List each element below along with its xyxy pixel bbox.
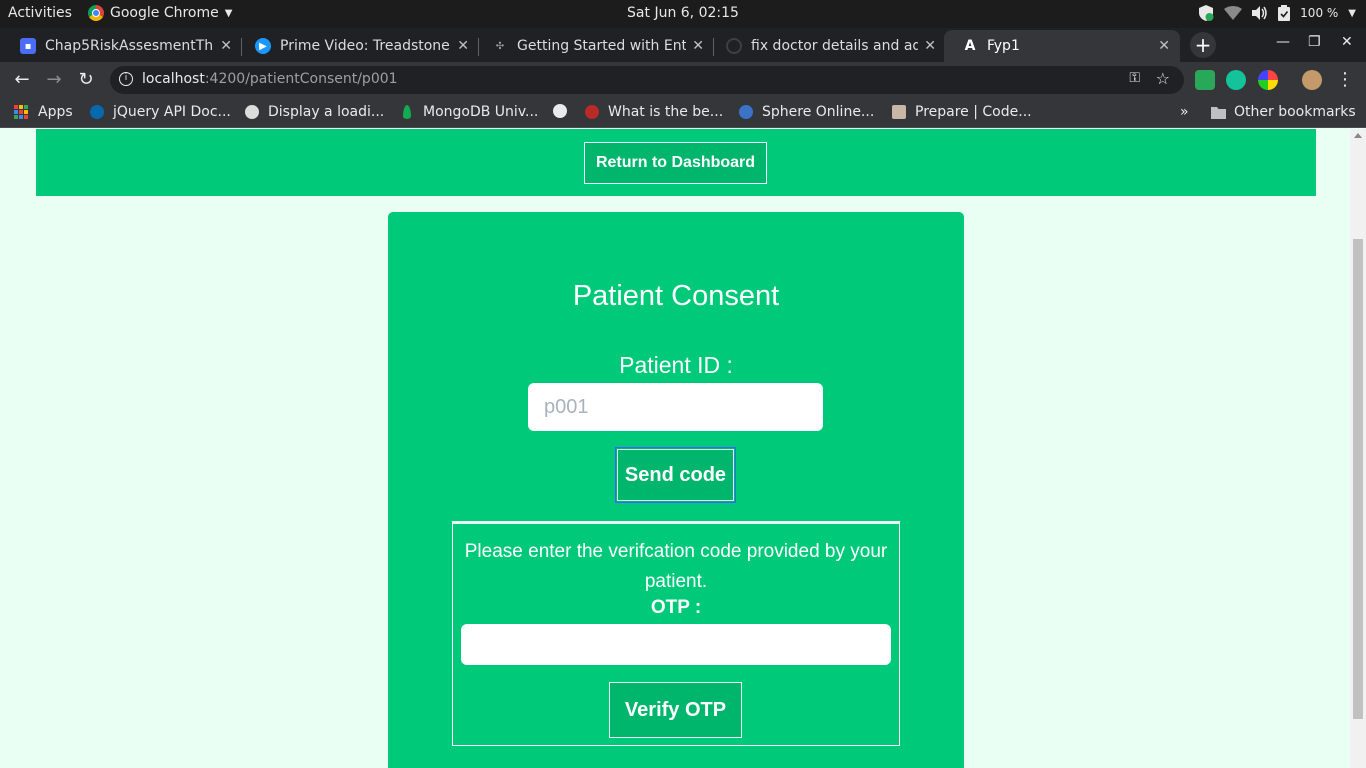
bookmark-label: Other bookmarks: [1234, 104, 1356, 120]
forward-icon[interactable]: →: [42, 68, 66, 92]
browser-toolbar: ← → ↻ i localhost:4200/patientConsent/p0…: [0, 62, 1366, 98]
verify-otp-button[interactable]: Verify OTP: [609, 682, 742, 738]
send-code-button[interactable]: Send code: [615, 447, 736, 503]
key-icon[interactable]: ⚿: [1129, 70, 1140, 86]
tab-title: Prime Video: Treadstone: [280, 38, 450, 54]
bookmark-globe[interactable]: [553, 104, 567, 118]
tab-chap5[interactable]: ▪ Chap5RiskAssesmentThr ✕: [2, 30, 242, 62]
volume-icon: [1252, 6, 1267, 20]
caret-down-icon: ▼: [224, 7, 233, 19]
angular-icon: A: [964, 38, 976, 54]
patient-id-input[interactable]: [528, 383, 823, 431]
prime-video-icon: ▶: [255, 38, 271, 54]
system-top-bar: Activities Google Chrome ▼ Sat Jun 6, 02…: [0, 0, 1366, 28]
tab-title: fix doctor details and add: [751, 38, 919, 54]
star-icon[interactable]: ☆: [1156, 69, 1170, 88]
close-window-icon[interactable]: ✕: [1341, 34, 1353, 50]
url-text[interactable]: localhost:4200/patientConsent/p001: [142, 71, 398, 87]
bookmark-mongodb[interactable]: MongoDB Univ...: [400, 104, 538, 120]
tab-title: Getting Started with Ente: [517, 38, 687, 54]
bookmark-other[interactable]: Other bookmarks: [1211, 104, 1356, 120]
address-bar[interactable]: i localhost:4200/patientConsent/p001 ⚿ ☆: [110, 66, 1184, 94]
chevron-double-right-icon: »: [1180, 104, 1189, 120]
github-icon: [726, 38, 742, 54]
activities-button[interactable]: Activities: [8, 5, 72, 21]
maximize-icon[interactable]: ❐: [1308, 34, 1321, 50]
bookmark-label: Sphere Online...: [762, 104, 875, 120]
new-tab-button[interactable]: +: [1190, 32, 1216, 58]
tab-prime-video[interactable]: ▶ Prime Video: Treadstone ✕: [237, 30, 479, 62]
minimize-icon[interactable]: —: [1276, 34, 1290, 50]
bookmarks-bar: Apps jQuery API Doc... Display a loadi..…: [0, 98, 1366, 128]
back-icon[interactable]: ←: [10, 68, 34, 92]
wifi-icon: [1224, 6, 1243, 20]
caret-down-icon: ▼: [1348, 7, 1356, 19]
close-icon[interactable]: ✕: [1158, 38, 1170, 54]
return-to-dashboard-button[interactable]: Return to Dashboard: [584, 142, 767, 184]
folder-icon: [1211, 106, 1226, 119]
scroll-up-icon[interactable]: [1354, 133, 1362, 138]
jquery-icon: [90, 105, 104, 119]
battery-icon: [1278, 5, 1291, 21]
bookmark-spoj[interactable]: Sphere Online...: [739, 104, 874, 120]
otp-label: OTP :: [650, 597, 702, 618]
bookmark-display-loading[interactable]: Display a loadi...: [245, 104, 384, 120]
mongodb-leaf-icon: [403, 105, 411, 119]
tab-fyp1[interactable]: A Fyp1 ✕: [944, 30, 1180, 62]
docs-icon: ▪: [20, 38, 36, 54]
patient-consent-card: Patient Consent Patient ID : Send code P…: [388, 212, 964, 768]
clock[interactable]: Sat Jun 6, 02:15: [627, 5, 739, 21]
bookmark-label: Display a loadi...: [268, 104, 385, 120]
bookmark-label: MongoDB Univ...: [423, 104, 539, 120]
page-title: Patient Consent: [572, 280, 780, 312]
globe-icon: [553, 104, 567, 118]
apps-grid-icon: [14, 105, 28, 119]
site-icon: ✣: [495, 40, 505, 52]
tab-strip: ▪ Chap5RiskAssesmentThr ✕ ▶ Prime Video:…: [0, 28, 1366, 62]
bookmarks-overflow[interactable]: »: [1180, 104, 1189, 120]
profile-avatar-icon[interactable]: [1302, 70, 1322, 90]
bookmark-label: Apps: [38, 104, 73, 120]
otp-instructions: Please enter the verifcation code provid…: [464, 541, 888, 592]
tab-title: Chap5RiskAssesmentThr: [45, 38, 215, 54]
battery-percent: 100 %: [1300, 6, 1339, 20]
bookmark-codechef[interactable]: Prepare | Code...: [892, 104, 1032, 120]
close-icon[interactable]: ✕: [692, 38, 704, 54]
info-icon[interactable]: i: [119, 72, 133, 86]
grammarly-icon[interactable]: [1226, 70, 1246, 90]
patient-id-label: Patient ID :: [619, 352, 733, 378]
otp-section: Please enter the verifcation code provid…: [452, 521, 900, 746]
close-icon[interactable]: ✕: [457, 38, 469, 54]
bookmark-label: What is the be...: [608, 104, 724, 120]
reload-icon[interactable]: ↻: [74, 68, 98, 92]
shield-icon: [1199, 5, 1214, 21]
bookmark-label: Prepare | Code...: [915, 104, 1032, 120]
bookmark-apps[interactable]: Apps: [14, 104, 73, 120]
otp-input[interactable]: [461, 624, 891, 665]
system-tray[interactable]: 100 % ▼: [1198, 4, 1356, 22]
extension-shield-icon[interactable]: [1195, 70, 1215, 90]
page-content: Return to Dashboard Patient Consent Pati…: [0, 129, 1350, 768]
app-menu[interactable]: Google Chrome ▼: [88, 5, 232, 21]
bookmark-jquery[interactable]: jQuery API Doc...: [90, 104, 231, 120]
tab-getting-started[interactable]: ✣ Getting Started with Ente ✕: [474, 30, 714, 62]
spoj-icon: [739, 105, 753, 119]
color-extension-icon[interactable]: [1258, 70, 1278, 90]
page-scrollbar[interactable]: [1350, 129, 1366, 768]
header-band: Return to Dashboard: [36, 129, 1316, 196]
close-icon[interactable]: ✕: [220, 38, 232, 54]
tab-github[interactable]: fix doctor details and add ✕: [708, 30, 946, 62]
bookmark-label: jQuery API Doc...: [113, 104, 231, 120]
kebab-menu-icon[interactable]: ⋮: [1333, 68, 1357, 92]
app-name: Google Chrome: [110, 5, 219, 21]
site-icon: [245, 105, 259, 119]
scrollbar-thumb[interactable]: [1353, 239, 1363, 719]
quora-icon: [585, 105, 599, 119]
close-icon[interactable]: ✕: [924, 38, 936, 54]
chrome-icon: [88, 5, 104, 21]
codechef-icon: [892, 105, 906, 119]
bookmark-quora[interactable]: What is the be...: [585, 104, 723, 120]
tab-title: Fyp1: [987, 38, 1020, 54]
